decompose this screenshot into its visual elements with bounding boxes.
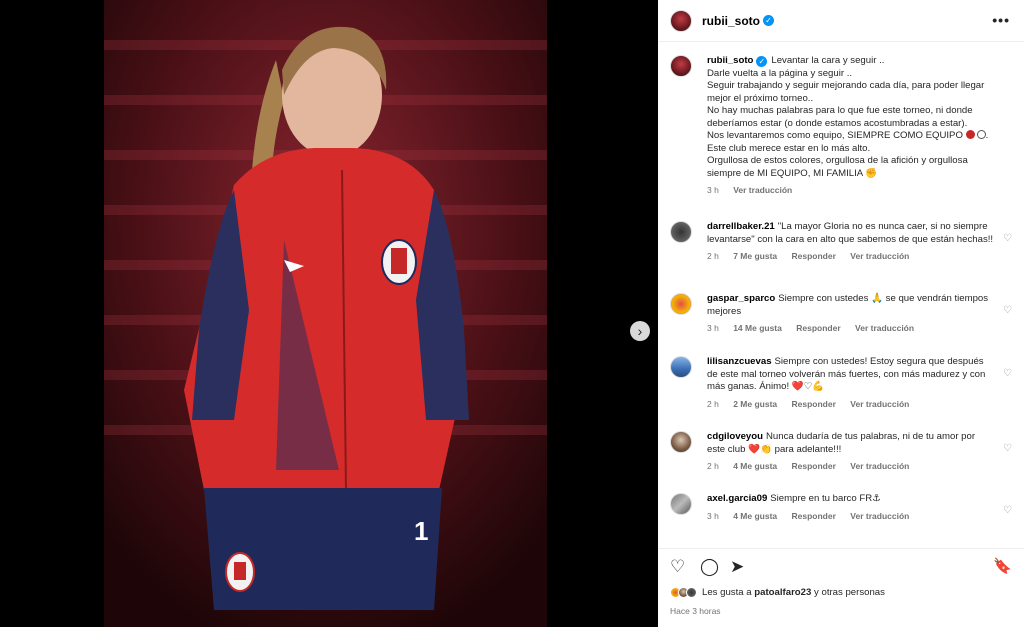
likes-user[interactable]: patoalfaro23	[754, 587, 811, 598]
comment-like-icon[interactable]: ♡	[1003, 305, 1012, 316]
comment-item: gaspar_sparco Siempre con ustedes 🙏 se qu…	[670, 293, 1012, 333]
comment-text-block: axel.garcia09 Siempre en tu barco FR⚓	[707, 493, 994, 506]
author-username[interactable]: rubii_soto	[702, 14, 760, 28]
comment-avatar[interactable]	[670, 356, 692, 378]
verified-icon: ✓	[763, 15, 775, 26]
comment-likes[interactable]: 4 Me gusta	[733, 511, 777, 521]
post-actions: ♡ ◯ ➤ 🔖 Les gusta a patoalfaro23 y otras…	[658, 548, 1024, 627]
comment-likes[interactable]: 7 Me gusta	[733, 251, 777, 261]
comment-meta: 2 h 7 Me gusta Responder Ver traducción	[707, 251, 1012, 261]
caption-line-1: Levantar la cara y seguir ..	[771, 55, 885, 66]
caption-username[interactable]: rubii_soto	[707, 55, 753, 66]
translate-link[interactable]: Ver traducción	[850, 251, 909, 261]
translate-link[interactable]: Ver traducción	[855, 323, 914, 333]
likes-summary: Les gusta a patoalfaro23 y otras persona…	[670, 587, 885, 598]
reply-button[interactable]: Responder	[792, 251, 836, 261]
comment-like-icon[interactable]: ♡	[1003, 505, 1012, 516]
comment-like-icon[interactable]: ♡	[1003, 443, 1012, 454]
reply-button[interactable]: Responder	[796, 323, 840, 333]
caption-time: 3 h	[707, 185, 719, 195]
reply-button[interactable]: Responder	[792, 461, 836, 471]
left-backdrop	[0, 0, 104, 627]
comment-text: Siempre en tu barco FR⚓	[770, 493, 881, 504]
comment-time: 2 h	[707, 251, 719, 261]
comment-likes[interactable]: 4 Me gusta	[733, 461, 777, 471]
comment-likes[interactable]: 14 Me gusta	[733, 323, 782, 333]
player-illustration: 1	[104, 0, 547, 627]
reply-button[interactable]: Responder	[792, 511, 836, 521]
comment-meta: 2 h 4 Me gusta Responder Ver traducción	[707, 461, 1012, 471]
like-icon[interactable]: ♡	[670, 557, 685, 577]
comment-text-block: lilisanzcuevas Siempre con ustedes! Estoy…	[707, 356, 994, 394]
comment-meta: 2 h 2 Me gusta Responder Ver traducción	[707, 399, 1012, 409]
comment-username[interactable]: lilisanzcuevas	[707, 356, 772, 367]
comment-item: darrellbaker.21 "La mayor Gloria no es nu…	[670, 221, 1012, 261]
comment-like-icon[interactable]: ♡	[1003, 368, 1012, 379]
comment-icon[interactable]: ◯	[700, 557, 719, 577]
caption-avatar[interactable]	[670, 55, 692, 77]
caption-line-7: Orgullosa de estos colores, orgullosa de…	[707, 155, 968, 179]
caption-meta: 3 h Ver traducción	[707, 185, 1012, 195]
svg-text:1: 1	[414, 516, 428, 546]
comment-time: 3 h	[707, 323, 719, 333]
caption-line-2: Darle vuelta a la página y seguir ..	[707, 67, 853, 79]
translate-link[interactable]: Ver traducción	[850, 399, 909, 409]
comment-avatar[interactable]	[670, 493, 692, 515]
caption-line-3: Seguir trabajando y seguir mejorando cad…	[707, 80, 985, 104]
comment-time: 3 h	[707, 510, 719, 521]
translate-link[interactable]: Ver traducción	[850, 511, 909, 521]
share-icon[interactable]: ➤	[730, 557, 744, 577]
caption-line-4: No hay muchas palabras para lo que fue e…	[707, 105, 973, 129]
caption-line-6: Este club merece estar en lo más alto.	[707, 142, 871, 154]
posted-ago: Hace 3 horas	[670, 606, 721, 616]
verified-icon: ✓	[756, 56, 768, 67]
comment-like-icon[interactable]: ♡	[1003, 233, 1012, 244]
comment-text-block: gaspar_sparco Siempre con ustedes 🙏 se qu…	[707, 293, 994, 318]
caption: rubii_soto ✓ Levantar la cara y seguir .. …	[670, 55, 1012, 195]
caption-text: rubii_soto ✓ Levantar la cara y seguir .. …	[707, 55, 989, 179]
comment-item: lilisanzcuevas Siempre con ustedes! Estoy…	[670, 356, 1012, 409]
right-backdrop	[547, 0, 658, 627]
red-circle-icon	[965, 130, 975, 139]
comment-username[interactable]: gaspar_sparco	[707, 293, 775, 304]
comments-list[interactable]: rubii_soto ✓ Levantar la cara y seguir .. …	[658, 43, 1024, 548]
save-icon[interactable]: 🔖	[993, 557, 1012, 577]
white-circle-icon	[976, 130, 986, 139]
translate-link[interactable]: Ver traducción	[850, 461, 909, 471]
comment-username[interactable]: cdgiloveyou	[707, 431, 763, 442]
comment-avatar[interactable]	[670, 293, 692, 315]
comment-text-block: cdgiloveyou Nunca dudaría de tus palabras…	[707, 431, 994, 456]
comment-item: axel.garcia09 Siempre en tu barco FR⚓ 3 h…	[670, 493, 1012, 521]
post-header: rubii_soto ✓ •••	[658, 0, 1024, 42]
caption-line-5: Nos levantaremos como equipo, SIEMPRE CO…	[707, 130, 963, 141]
comment-avatar[interactable]	[670, 221, 692, 243]
post-side-panel: rubii_soto ✓ ••• rubii_soto ✓ Levantar la …	[658, 0, 1024, 627]
comment-username[interactable]: darrellbaker.21	[707, 221, 775, 232]
author-avatar[interactable]	[670, 9, 692, 32]
comment-meta: 3 h 14 Me gusta Responder Ver traducción	[707, 323, 1012, 333]
translate-link[interactable]: Ver traducción	[733, 185, 792, 195]
comment-meta: 3 h 4 Me gusta Responder Ver traducción	[707, 511, 1012, 521]
comment-text-block: darrellbaker.21 "La mayor Gloria no es nu…	[707, 221, 994, 246]
comment-time: 2 h	[707, 398, 719, 409]
comment-likes[interactable]: 2 Me gusta	[733, 399, 777, 409]
likes-others[interactable]: y otras personas	[814, 587, 885, 598]
comment-item: cdgiloveyou Nunca dudaría de tus palabras…	[670, 431, 1012, 471]
more-options-icon[interactable]: •••	[992, 12, 1010, 28]
likes-prefix: Les gusta a	[702, 587, 752, 598]
likes-text: Les gusta a patoalfaro23 y otras persona…	[702, 587, 885, 598]
next-arrow-icon[interactable]: ›	[630, 321, 650, 341]
comment-avatar[interactable]	[670, 431, 692, 453]
liker-avatar	[686, 587, 697, 598]
reply-button[interactable]: Responder	[792, 399, 836, 409]
post-photo[interactable]: 1	[104, 0, 547, 627]
comment-username[interactable]: axel.garcia09	[707, 493, 767, 504]
comment-time: 2 h	[707, 461, 719, 471]
